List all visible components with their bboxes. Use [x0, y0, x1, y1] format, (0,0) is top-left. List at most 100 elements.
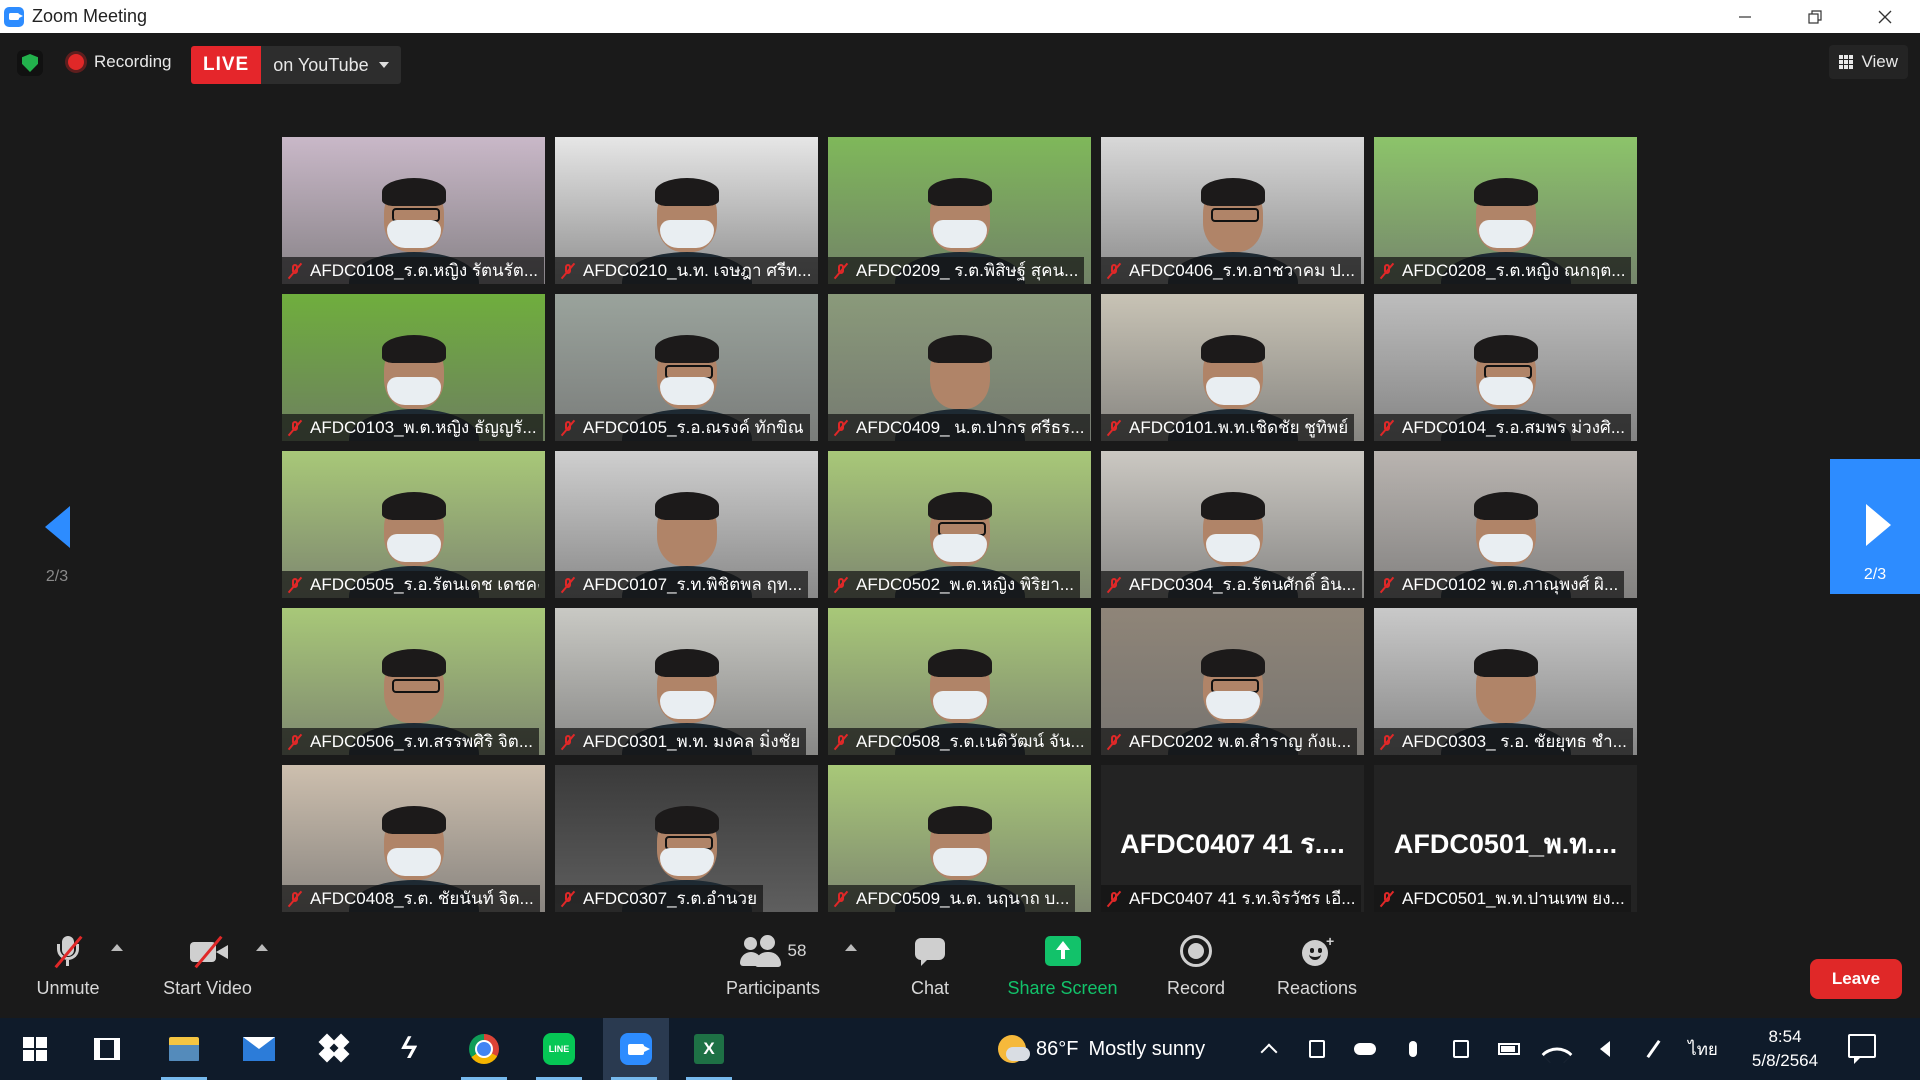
- tray-device-icon[interactable]: [1293, 1018, 1341, 1080]
- participant-tile[interactable]: AFDC0102 พ.ต.ภาณุพงศ์ ผิ...: [1374, 451, 1637, 598]
- participant-name: AFDC0208_ร.ต.หญิง ณกฤต...: [1402, 261, 1626, 280]
- folder-icon: [169, 1037, 199, 1061]
- taskbar-file-explorer[interactable]: [153, 1018, 215, 1080]
- weather-widget[interactable]: 86°F Mostly sunny: [998, 1018, 1205, 1080]
- participant-tile[interactable]: AFDC0509_น.ต. นฤนาถ บ...: [828, 765, 1091, 912]
- taskbar-mail[interactable]: [228, 1018, 290, 1080]
- battery-icon[interactable]: [1485, 1018, 1533, 1080]
- participants-button[interactable]: 58 Participants: [718, 932, 828, 1012]
- participant-tile[interactable]: AFDC0508_ร.ต.เนติวัฒน์ จัน...: [828, 608, 1091, 755]
- pen-icon[interactable]: [1629, 1018, 1677, 1080]
- mic-muted-icon: [1378, 890, 1396, 908]
- participant-namebar: AFDC0107_ร.ท.พิชิตพล ฤท...: [555, 571, 809, 598]
- participant-namebar: AFDC0101.พ.ท.เชิดชัย ชูทิพย์: [1101, 414, 1355, 441]
- participant-tile[interactable]: AFDC0307_ร.ต.อำนวย: [555, 765, 818, 912]
- participant-name: AFDC0104_ร.อ.สมพร ม่วงศิ...: [1402, 418, 1625, 437]
- participant-tile[interactable]: AFDC0301_พ.ท. มงคล มิ่งชัย: [555, 608, 818, 755]
- live-destination-dropdown[interactable]: on YouTube: [261, 46, 401, 84]
- record-button[interactable]: Record: [1160, 932, 1232, 1012]
- taskbar-excel[interactable]: X: [678, 1018, 740, 1080]
- participant-name: AFDC0108_ร.ต.หญิง รัตนรัต...: [310, 261, 539, 280]
- participant-tile[interactable]: AFDC0505_ร.อ.รัตนเดช เดชคง: [282, 451, 545, 598]
- arrow-right-icon: [1865, 504, 1891, 546]
- chevron-up-icon: [1260, 1043, 1278, 1061]
- participants-options-caret-icon[interactable]: [845, 944, 857, 951]
- participant-tile[interactable]: AFDC0101.พ.ท.เชิดชัย ชูทิพย์: [1101, 294, 1364, 441]
- participant-tile[interactable]: AFDC0105_ร.อ.ณรงค์ ทักขิณ: [555, 294, 818, 441]
- meeting-topbar: Recording LIVE on YouTube View: [0, 33, 1920, 98]
- taskbar-line[interactable]: LINE: [528, 1018, 590, 1080]
- speaker-icon[interactable]: [1581, 1018, 1629, 1080]
- mail-icon: [243, 1037, 275, 1061]
- participant-namebar: AFDC0406_ร.ท.อาชวาคม ป...: [1101, 257, 1361, 284]
- zoom-logo-icon: [4, 6, 24, 27]
- participant-tile[interactable]: AFDC0107_ร.ท.พิชิตพล ฤท...: [555, 451, 818, 598]
- chat-button[interactable]: Chat: [900, 932, 960, 1012]
- participant-tile[interactable]: AFDC0408_ร.ต. ชัยนันท์ จิต...: [282, 765, 545, 912]
- restore-button[interactable]: [1780, 0, 1850, 33]
- recording-indicator[interactable]: Recording: [60, 46, 182, 78]
- participant-tile[interactable]: AFDC0209_ ร.ต.พิสิษฐ์ สุคน...: [828, 137, 1091, 284]
- taskbar-clock[interactable]: 8:54 5/8/2564: [1735, 1018, 1835, 1080]
- onedrive-cloud-icon[interactable]: [1341, 1018, 1389, 1080]
- live-stream-indicator[interactable]: LIVE on YouTube: [191, 46, 401, 84]
- participant-tile[interactable]: AFDC0506_ร.ท.สรรพศิริ จิต...: [282, 608, 545, 755]
- mic-muted-icon: [832, 262, 850, 280]
- participant-tile[interactable]: AFDC0407 41 ร.... AFDC0407 41 ร.ท.จิรวัชร…: [1101, 765, 1364, 912]
- microphone-tray-icon[interactable]: [1389, 1018, 1437, 1080]
- participant-tile[interactable]: AFDC0104_ร.อ.สมพร ม่วงศิ...: [1374, 294, 1637, 441]
- participant-tile[interactable]: AFDC0502_พ.ต.หญิง พิริยา...: [828, 451, 1091, 598]
- participant-tile[interactable]: AFDC0501_พ.ท.... AFDC0501_พ.ท.ปานเทพ ยง..…: [1374, 765, 1637, 912]
- weather-description: Mostly sunny: [1088, 1037, 1206, 1060]
- participant-tile[interactable]: AFDC0202 พ.ต.สำราญ กังแ...: [1101, 608, 1364, 755]
- start-video-button[interactable]: Start Video: [155, 932, 260, 1012]
- task-view-button[interactable]: [76, 1018, 138, 1080]
- participant-name: AFDC0501_พ.ท.ปานเทพ ยง...: [1402, 889, 1625, 908]
- mic-muted-icon: [1378, 576, 1396, 594]
- input-language-indicator[interactable]: ไทย: [1677, 1036, 1729, 1063]
- taskbar-zoom[interactable]: [603, 1018, 669, 1080]
- participant-tile[interactable]: AFDC0103_พ.ต.หญิง ธัญญรั...: [282, 294, 545, 441]
- participant-tile[interactable]: AFDC0208_ร.ต.หญิง ณกฤต...: [1374, 137, 1637, 284]
- unmute-button[interactable]: Unmute: [28, 932, 108, 1012]
- reactions-button[interactable]: + Reactions: [1272, 932, 1362, 1012]
- mic-muted-icon: [1105, 419, 1123, 437]
- wifi-icon[interactable]: [1533, 1018, 1581, 1080]
- notification-center-icon[interactable]: [1848, 1034, 1876, 1064]
- participant-tile[interactable]: AFDC0108_ร.ต.หญิง รัตนรัต...: [282, 137, 545, 284]
- taskbar-bolt-app[interactable]: ϟ: [378, 1018, 440, 1080]
- participant-tile[interactable]: AFDC0304_ร.อ.รัตนศักดิ์ อิน...: [1101, 451, 1364, 598]
- mic-muted-icon: [286, 419, 304, 437]
- participant-tile[interactable]: AFDC0409_ น.ต.ปากร ศรีธร...: [828, 294, 1091, 441]
- windows-taskbar: ϟ LINE X 86°F Mostly sunny ไทย 8:54 5/8/…: [0, 1018, 1920, 1080]
- security-shield-icon[interactable]: [17, 50, 43, 76]
- clock-time: 8:54: [1768, 1027, 1802, 1046]
- participant-name: AFDC0210_น.ท. เจษฎา ศรีท...: [583, 261, 812, 280]
- mic-muted-icon: [559, 419, 577, 437]
- previous-page-button[interactable]: 2/3: [22, 503, 92, 623]
- participant-namebar: AFDC0108_ร.ต.หญิง รัตนรัต...: [282, 257, 545, 284]
- task-view-icon: [94, 1038, 120, 1060]
- participant-namebar: AFDC0104_ร.อ.สมพร ม่วงศิ...: [1374, 414, 1631, 441]
- participant-tile[interactable]: AFDC0406_ร.ท.อาชวาคม ป...: [1101, 137, 1364, 284]
- zoom-app-icon: [620, 1033, 652, 1065]
- participant-namebar: AFDC0209_ ร.ต.พิสิษฐ์ สุคน...: [828, 257, 1085, 284]
- view-button[interactable]: View: [1829, 45, 1908, 79]
- share-screen-button[interactable]: Share Screen: [1005, 932, 1120, 1012]
- audio-options-caret-icon[interactable]: [111, 944, 123, 951]
- taskbar-chrome[interactable]: [453, 1018, 515, 1080]
- video-options-caret-icon[interactable]: [256, 944, 268, 951]
- participant-tile[interactable]: AFDC0303_ ร.อ. ชัยยุทธ ชำ...: [1374, 608, 1637, 755]
- close-button[interactable]: [1850, 0, 1920, 33]
- share-screen-label: Share Screen: [1007, 978, 1118, 998]
- participant-tile[interactable]: AFDC0210_น.ท. เจษฎา ศรีท...: [555, 137, 818, 284]
- leave-button[interactable]: Leave: [1810, 959, 1902, 999]
- participant-name: AFDC0502_พ.ต.หญิง พิริยา...: [856, 575, 1074, 594]
- taskbar-dropbox[interactable]: [303, 1018, 365, 1080]
- next-page-button[interactable]: 2/3: [1830, 459, 1920, 594]
- display-tray-icon[interactable]: [1437, 1018, 1485, 1080]
- minimize-button[interactable]: [1710, 0, 1780, 33]
- show-hidden-icons-button[interactable]: [1245, 1018, 1293, 1080]
- start-button[interactable]: [4, 1018, 66, 1080]
- participant-name: AFDC0409_ น.ต.ปากร ศรีธร...: [856, 418, 1085, 437]
